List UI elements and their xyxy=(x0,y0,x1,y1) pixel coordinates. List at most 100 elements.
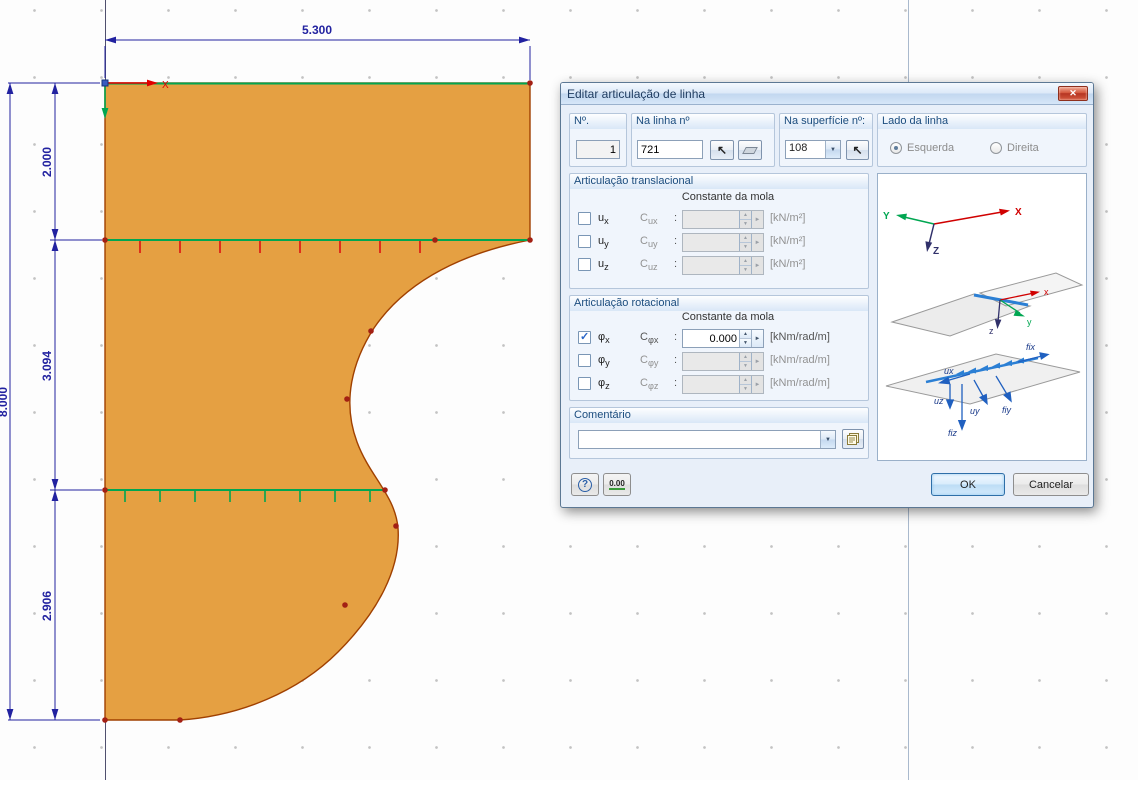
cuy-label: Cuy xyxy=(640,235,658,250)
dof-fiy-label: fiy xyxy=(1002,405,1012,415)
phix-checkbox[interactable] xyxy=(578,330,591,344)
hinge-number-field[interactable] xyxy=(576,140,620,159)
comment-combobox[interactable]: ▼ xyxy=(578,430,836,449)
group-comment: Comentário ▼ xyxy=(569,407,869,459)
pick-arrow-icon: ↖ xyxy=(716,143,728,157)
cux-label: Cux xyxy=(640,212,658,227)
help-icon: ? xyxy=(578,477,592,492)
dof-fix-label: fix xyxy=(1026,342,1036,352)
spinner-side-button[interactable]: ► xyxy=(751,330,763,347)
side-arrow-icon: ► xyxy=(754,262,761,269)
uz-checkbox[interactable] xyxy=(578,258,591,271)
group-on-line: Na linha nº ↖ xyxy=(631,113,775,167)
spin-up-icon: ▲ xyxy=(740,353,751,361)
dof-ux-label: ux xyxy=(944,366,954,376)
comment-template-button[interactable] xyxy=(842,429,864,449)
colon: : xyxy=(674,258,678,270)
colon: : xyxy=(674,212,678,224)
side-arrow-icon: ► xyxy=(754,239,761,246)
decimal-places-icon: 0.00 xyxy=(609,479,625,490)
dialog-title: Editar articulação de linha xyxy=(567,86,706,101)
surface-number-combobox[interactable]: 108 ▼ xyxy=(785,140,841,159)
group-number: Nº. xyxy=(569,113,627,167)
spin-up-icon: ▲ xyxy=(740,234,751,242)
cphiz-spring-field[interactable]: ▲ ▼ ► xyxy=(682,375,764,394)
side-arrow-icon: ► xyxy=(754,216,761,223)
group-rotational: Articulação rotacional Constante da mola… xyxy=(569,295,869,401)
edit-line-hinge-dialog: Editar articulação de linha ✕ Nº. Na lin… xyxy=(560,82,1094,508)
cphiy-label: Cφy xyxy=(640,354,659,369)
cuz-unit: [kN/m²] xyxy=(770,258,806,270)
origin-node[interactable] xyxy=(101,79,109,87)
radio-left-label: Esquerda xyxy=(907,142,955,154)
spinner-side-button[interactable]: ► xyxy=(751,211,763,228)
cphix-spring-field[interactable]: ▲▼ ► xyxy=(682,329,764,348)
cancel-button[interactable]: Cancelar xyxy=(1013,473,1089,496)
cuz-spring-field[interactable]: ▲ ▼ ► xyxy=(682,256,764,275)
spin-up-icon: ▲ xyxy=(740,211,751,219)
cuy-spring-field[interactable]: ▲ ▼ ► xyxy=(682,233,764,252)
spring-constant-header: Constante da mola xyxy=(681,311,775,323)
phiz-checkbox[interactable] xyxy=(578,377,591,390)
spinner-side-button[interactable]: ► xyxy=(751,234,763,251)
dimension-top-label: 5.300 xyxy=(302,23,332,37)
rotational-title: Articulação rotacional xyxy=(570,296,868,311)
row-uy: uy Cuy : ▲ ▼ ► [kN/m²] xyxy=(570,233,868,253)
number-label: Nº. xyxy=(570,114,626,129)
panel-plates-illustration: x y z xyxy=(890,272,1084,337)
ux-checkbox[interactable] xyxy=(578,212,591,225)
spinner-side-button[interactable]: ► xyxy=(751,376,763,393)
spinner-buttons[interactable]: ▲ ▼ xyxy=(739,257,751,274)
line-number-field[interactable] xyxy=(637,140,703,159)
close-button[interactable]: ✕ xyxy=(1058,86,1088,101)
spin-up-icon: ▲ xyxy=(740,330,751,338)
panel-global-axes: X Y Z xyxy=(883,207,1022,257)
spinner-buttons[interactable]: ▲ ▼ xyxy=(739,330,751,347)
cux-spring-field[interactable]: ▲ ▼ ► xyxy=(682,210,764,229)
group-line-side: Lado da linha Esquerda Direita xyxy=(877,113,1087,167)
cphiz-unit: [kNm/rad/m] xyxy=(770,377,830,389)
close-icon: ✕ xyxy=(1069,88,1077,98)
dialog-titlebar[interactable]: Editar articulação de linha ✕ xyxy=(561,83,1093,105)
phiy-checkbox[interactable] xyxy=(578,354,591,367)
pick-surface-button[interactable]: ↖ xyxy=(846,140,869,160)
cuz-label: Cuz xyxy=(640,258,658,273)
uy-label: uy xyxy=(598,235,609,250)
radio-side-right[interactable]: Direita xyxy=(990,142,1039,154)
cux-unit: [kN/m²] xyxy=(770,212,806,224)
cphiz-label: Cφz xyxy=(640,377,659,392)
comment-title: Comentário xyxy=(570,408,868,423)
dimension-total-label: 8.000 xyxy=(0,387,10,417)
phiy-label: φy xyxy=(598,354,610,369)
cphiy-unit: [kNm/rad/m] xyxy=(770,354,830,366)
dimension-seg3-label: 2.906 xyxy=(40,591,54,621)
spin-down-icon: ▼ xyxy=(740,338,751,347)
help-button[interactable]: ? xyxy=(571,473,599,496)
cphiy-spring-field[interactable]: ▲ ▼ ► xyxy=(682,352,764,371)
spinner-side-button[interactable]: ► xyxy=(751,257,763,274)
on-surface-label: Na superfície nº: xyxy=(780,114,872,129)
uy-checkbox[interactable] xyxy=(578,235,591,248)
ok-button[interactable]: OK xyxy=(931,473,1005,496)
spinner-buttons[interactable]: ▲ ▼ xyxy=(739,353,751,370)
show-line-button[interactable] xyxy=(738,140,762,160)
side-arrow-icon: ► xyxy=(754,381,761,388)
spinner-buttons[interactable]: ▲ ▼ xyxy=(739,211,751,228)
spin-down-icon: ▼ xyxy=(740,265,751,274)
chevron-down-icon[interactable]: ▼ xyxy=(825,141,840,158)
chevron-down-icon[interactable]: ▼ xyxy=(820,431,835,448)
spinner-buttons[interactable]: ▲ ▼ xyxy=(739,376,751,393)
row-phix: φx Cφx : ▲▼ ► [kNm/rad/m] xyxy=(570,329,868,349)
panel-axis-y-label: Y xyxy=(883,211,890,222)
row-ux: ux Cux : ▲ ▼ ► [kN/m²] xyxy=(570,210,868,230)
spinner-buttons[interactable]: ▲ ▼ xyxy=(739,234,751,251)
pick-line-button[interactable]: ↖ xyxy=(710,140,734,160)
hinge-axis-x-label: x xyxy=(1044,287,1049,297)
spin-up-icon: ▲ xyxy=(740,376,751,384)
radio-side-left[interactable]: Esquerda xyxy=(890,142,954,154)
spinner-side-button[interactable]: ► xyxy=(751,353,763,370)
surface-108[interactable] xyxy=(104,82,531,721)
units-settings-button[interactable]: 0.00 xyxy=(603,473,631,496)
radio-icon xyxy=(990,142,1002,154)
spring-constant-header: Constante da mola xyxy=(681,191,775,203)
